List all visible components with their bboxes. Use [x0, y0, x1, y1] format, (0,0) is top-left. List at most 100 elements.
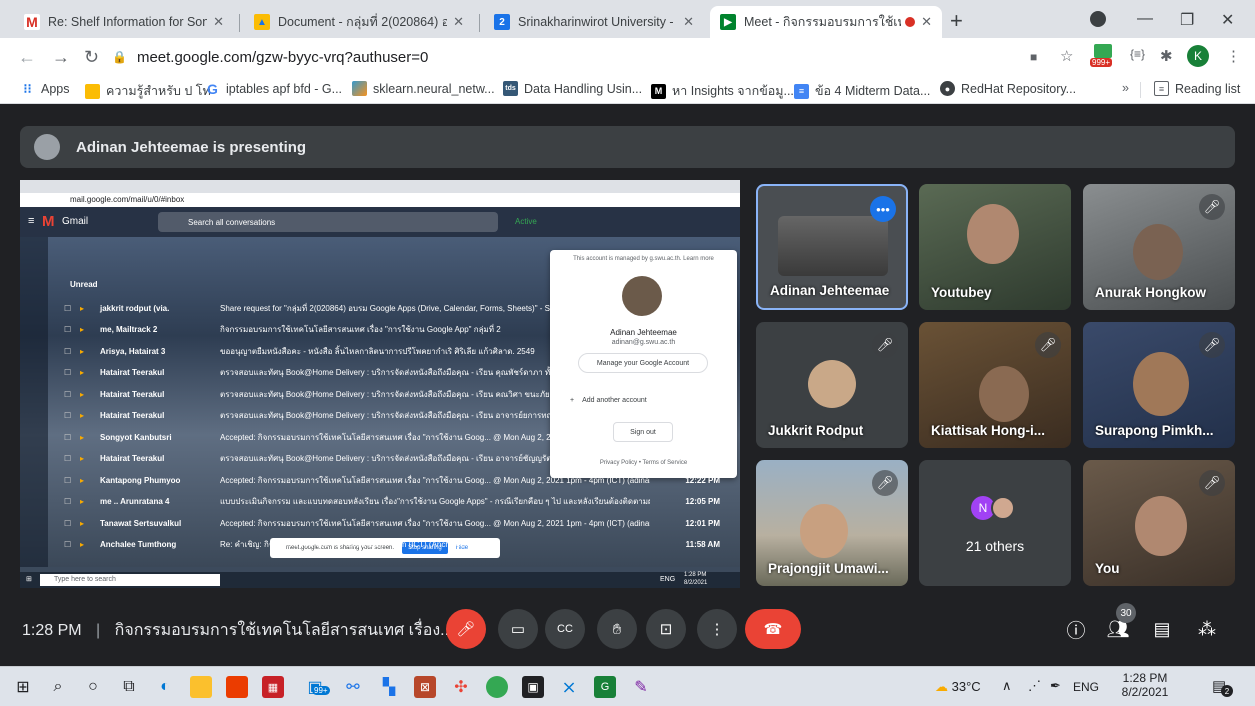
- cortana-icon[interactable]: ○: [82, 676, 104, 698]
- bookmark-star-icon[interactable]: ☆: [1060, 47, 1073, 65]
- close-window-button[interactable]: ✕: [1221, 10, 1234, 30]
- participant-tile[interactable]: 🎤︎ Jukkrit Rodput: [756, 322, 908, 448]
- chrome-icon[interactable]: [486, 676, 508, 698]
- language-indicator[interactable]: ENG: [1073, 680, 1099, 694]
- screen-tool-icon[interactable]: ▚: [378, 676, 400, 698]
- importance-icon[interactable]: ▸: [80, 454, 84, 463]
- email-row[interactable]: ☐ ▸ me, Mailtrack 2 กิจกรรมอบรมการใช้เทคโนโ…: [20, 320, 740, 340]
- email-row[interactable]: ☐ ▸ jakkrit rodput (via. Share request for …: [20, 298, 740, 318]
- importance-icon[interactable]: ▸: [80, 540, 84, 549]
- tab-calendar[interactable]: 2 Srinakharinwirot University - Cale ✕: [484, 6, 704, 38]
- bookmark-iptables[interactable]: Giptables apf bfd - G...: [205, 81, 342, 97]
- url-field[interactable]: 🔒 meet.google.com/gzw-byyc-vrq?authuser=…: [112, 43, 1012, 71]
- close-icon[interactable]: ✕: [921, 14, 932, 30]
- more-options-icon[interactable]: •••: [870, 196, 896, 222]
- windows-start-icon[interactable]: ⊞: [12, 676, 34, 698]
- forward-icon[interactable]: →: [52, 47, 70, 68]
- tab-docs[interactable]: ▲ Document - กลุ่มที่ 2(020864) อบร ✕: [244, 6, 474, 38]
- gmail-search-input[interactable]: Search all conversations: [158, 212, 498, 232]
- email-row[interactable]: ☐ ▸ Tanawat Sertsuvalkul Accepted: กิจกรรมอ…: [20, 513, 740, 533]
- participant-tile[interactable]: 🎤︎ You: [1083, 460, 1235, 586]
- menu-icon[interactable]: ≡: [28, 215, 34, 227]
- checkbox-icon[interactable]: ☐: [64, 304, 71, 313]
- email-row[interactable]: ☐ ▸ Arisya, Hatairat 3 ขออนุญาตยืมหนังสือคะ…: [20, 341, 740, 361]
- mic-toggle-button[interactable]: 🎤︎: [446, 609, 486, 649]
- inner-search-box[interactable]: Type here to search: [40, 574, 220, 586]
- paint3d-icon[interactable]: ✎: [630, 676, 652, 698]
- new-tab-button[interactable]: +: [950, 8, 963, 34]
- checkbox-icon[interactable]: ☐: [64, 411, 71, 420]
- importance-icon[interactable]: ▸: [80, 368, 84, 377]
- search-icon[interactable]: ⌕: [47, 676, 69, 698]
- email-row[interactable]: ☐ ▸ Songyot Kanbutsri Accepted: กิจกรรมอบรม…: [20, 427, 740, 447]
- app-icon[interactable]: ▦: [262, 676, 284, 698]
- bookmark-redhat[interactable]: ● RedHat Repository...: [940, 81, 1076, 96]
- reading-list[interactable]: ≡ Reading list: [1154, 81, 1240, 96]
- gmail-status[interactable]: Active: [515, 217, 537, 226]
- importance-icon[interactable]: ▸: [80, 433, 84, 442]
- importance-icon[interactable]: ▸: [80, 476, 84, 485]
- store-icon[interactable]: ▣99+: [298, 676, 332, 698]
- back-icon[interactable]: ←: [18, 47, 36, 68]
- camera-toggle-button[interactable]: ▭: [498, 609, 538, 649]
- camera-icon[interactable]: ■: [1030, 50, 1037, 64]
- checkbox-icon[interactable]: ☐: [64, 368, 71, 377]
- checkbox-icon[interactable]: ☐: [64, 325, 71, 334]
- email-row[interactable]: ☐ ▸ Hatairat Teerakul ตรวจสอบและทัศนุ Book@…: [20, 363, 740, 383]
- bookmark-data-handling[interactable]: tds Data Handling Usin...: [503, 81, 642, 96]
- checkbox-icon[interactable]: ☐: [64, 476, 71, 485]
- edge-icon[interactable]: ◐: [154, 676, 176, 698]
- importance-icon[interactable]: ▸: [80, 411, 84, 420]
- activities-button[interactable]: ⁂: [1187, 609, 1227, 649]
- participant-tile[interactable]: Youtubey: [919, 184, 1071, 310]
- minimize-button[interactable]: —: [1137, 10, 1153, 28]
- extension-icon[interactable]: 999+: [1090, 44, 1116, 70]
- people-button[interactable]: 👥︎ 30: [1098, 603, 1138, 649]
- email-row[interactable]: ☐ ▸ Hatairat Teerakul ตรวจสอบและทัศนุ Book@…: [20, 449, 740, 469]
- pen-icon[interactable]: ✒: [1050, 678, 1061, 694]
- importance-icon[interactable]: ▸: [80, 304, 84, 313]
- bookmark-apps[interactable]: ⁝⁝ Apps: [20, 81, 69, 96]
- tab-gmail[interactable]: M Re: Shelf Information for Sonthi ✕: [14, 6, 234, 38]
- close-icon[interactable]: ✕: [453, 14, 464, 30]
- task-view-icon[interactable]: ⧉: [118, 676, 140, 698]
- bookmark-sklearn[interactable]: sklearn.neural_netw...: [352, 81, 495, 96]
- importance-icon[interactable]: ▸: [80, 347, 84, 356]
- checkbox-icon[interactable]: ☐: [64, 497, 71, 506]
- profile-avatar[interactable]: K: [1187, 45, 1209, 67]
- bookmark-midterm[interactable]: ≡ ข้อ 4 Midterm Data...: [794, 81, 930, 101]
- checkbox-icon[interactable]: ☐: [64, 390, 71, 399]
- wifi-icon[interactable]: ⋰: [1028, 678, 1041, 694]
- shared-screen[interactable]: mail.google.com/mail/u/0/#inbox ≡ M Gmai…: [20, 180, 740, 588]
- office-icon[interactable]: [226, 676, 248, 698]
- close-icon[interactable]: ✕: [683, 14, 694, 30]
- checkbox-icon[interactable]: ☐: [64, 347, 71, 356]
- chat-button[interactable]: ▤: [1142, 609, 1182, 649]
- profile-dot-icon[interactable]: [1090, 11, 1106, 27]
- email-row[interactable]: ☐ ▸ Kantapong Phumyoo Accepted: กิจกรรมอบรม…: [20, 470, 740, 490]
- checkbox-icon[interactable]: ☐: [64, 433, 71, 442]
- puzzle-icon[interactable]: ✱: [1160, 47, 1173, 65]
- email-row[interactable]: ☐ ▸ Anchalee Tumthong Re: คำเชิญ: กิจกร ...…: [20, 535, 740, 555]
- participant-tile[interactable]: 🎤︎ Surapong Pimkh...: [1083, 322, 1235, 448]
- meeting-details-button[interactable]: ⓘ: [1056, 609, 1096, 649]
- tab-meet[interactable]: ▶ Meet - กิจกรรมอบรมการใช้เทคโน ✕: [710, 6, 942, 38]
- checkbox-icon[interactable]: ☐: [64, 519, 71, 528]
- bookmark-insights[interactable]: M หา Insights จากข้อมู...: [651, 81, 794, 101]
- email-row[interactable]: ☐ ▸ Hatairat Teerakul ตรวจสอบและทัศนุ Book@…: [20, 406, 740, 426]
- others-tile[interactable]: N 21 others: [919, 460, 1071, 586]
- clock[interactable]: 1:28 PM 8/2/2021: [1110, 671, 1180, 699]
- chevron-up-icon[interactable]: ∧: [1002, 678, 1012, 694]
- store-bag-icon[interactable]: ▣: [522, 676, 544, 698]
- paint-icon[interactable]: ✣: [450, 676, 472, 698]
- notification-icon[interactable]: ▤ 2: [1212, 677, 1233, 697]
- importance-icon[interactable]: ▸: [80, 497, 84, 506]
- importance-icon[interactable]: ▸: [80, 325, 84, 334]
- more-options-button[interactable]: ⋮: [697, 609, 737, 649]
- email-row[interactable]: ☐ ▸ Hatairat Teerakul ตรวจสอบและทัศนุ Book@…: [20, 384, 740, 404]
- email-row[interactable]: ☐ ▸ me .. Arunratana 4 แบบประเมินกิจกรรม แล…: [20, 492, 740, 512]
- importance-icon[interactable]: ▸: [80, 390, 84, 399]
- importance-icon[interactable]: ▸: [80, 519, 84, 528]
- more-bookmarks[interactable]: »: [1122, 81, 1129, 95]
- bookmark-folder[interactable]: ความรู้สำหรับ ป โท: [85, 81, 211, 101]
